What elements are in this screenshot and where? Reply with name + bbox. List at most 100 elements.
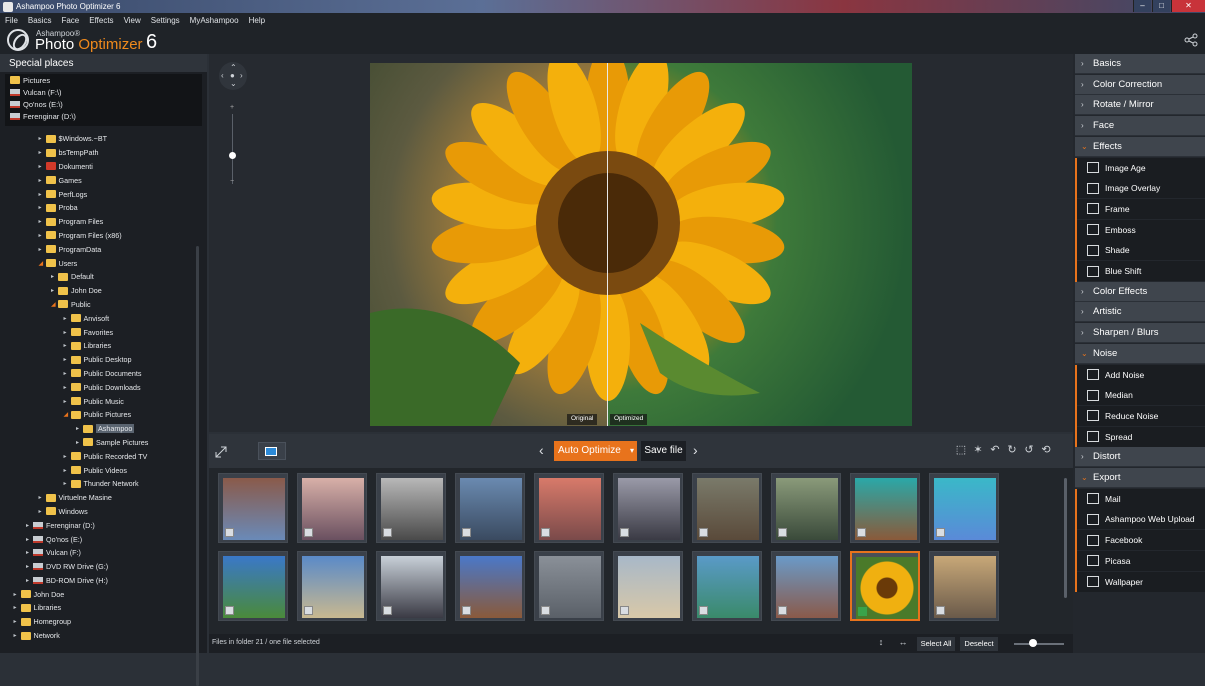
thumbnail-size-handle[interactable] — [1029, 639, 1037, 647]
save-file-button[interactable]: Save file — [641, 441, 686, 461]
thumbnail-checkbox[interactable] — [541, 528, 550, 537]
tree-item[interactable]: ▸ Libraries — [5, 601, 197, 615]
expand-arrow-icon[interactable]: ▸ — [64, 398, 71, 405]
special-place-item[interactable]: Vulcan (F:\) — [5, 86, 202, 98]
magic-icon[interactable]: ✶ — [971, 443, 985, 457]
tree-item[interactable]: ▸ Default — [5, 270, 197, 284]
thumbnail-checkbox[interactable] — [383, 606, 392, 615]
tree-item[interactable]: ▸ Favorites — [5, 325, 197, 339]
tool-image-overlay[interactable]: Image Overlay — [1075, 178, 1205, 199]
thumbnail[interactable] — [613, 551, 683, 621]
fit-width-icon[interactable]: ↔ — [895, 637, 911, 651]
tree-item[interactable]: ▸ Public Videos — [5, 463, 197, 477]
tool-median[interactable]: Median — [1075, 385, 1205, 406]
tree-item[interactable]: ▸ bsTempPath — [5, 146, 197, 160]
expand-arrow-icon[interactable]: ▸ — [64, 480, 71, 487]
pan-left-icon[interactable]: ‹ — [221, 71, 224, 80]
expand-arrow-icon[interactable]: ▸ — [64, 329, 71, 336]
expand-arrow-icon[interactable]: ▸ — [26, 522, 33, 529]
tree-item[interactable]: ▸ Ferenginar (D:) — [5, 518, 197, 532]
expand-arrow-icon[interactable]: ▸ — [51, 273, 58, 280]
tree-item[interactable]: ▸ Proba — [5, 201, 197, 215]
tool-emboss[interactable]: Emboss — [1075, 219, 1205, 240]
tree-item[interactable]: ◢ Public Pictures — [5, 408, 197, 422]
expand-arrow-icon[interactable]: ◢ — [51, 301, 58, 308]
rotate-left-icon[interactable]: ↺ — [1022, 443, 1036, 457]
thumbnail-checkbox[interactable] — [936, 606, 945, 615]
thumbnail[interactable] — [929, 473, 999, 543]
tree-item[interactable]: ▸ Sample Pictures — [5, 436, 197, 450]
expand-arrow-icon[interactable]: ▸ — [26, 563, 33, 570]
thumbnail[interactable] — [692, 551, 762, 621]
menu-effects[interactable]: Effects — [84, 16, 118, 25]
share-icon[interactable] — [1184, 33, 1198, 47]
thumbnail[interactable] — [850, 551, 920, 621]
tree-scrollbar[interactable] — [196, 246, 199, 686]
thumbnail[interactable] — [692, 473, 762, 543]
thumbnail-checkbox[interactable] — [857, 528, 866, 537]
tree-item[interactable]: ▸ Windows — [5, 505, 197, 519]
tree-item[interactable]: ◢ Users — [5, 256, 197, 270]
tree-item[interactable]: ▸ Homegroup — [5, 615, 197, 629]
menu-settings[interactable]: Settings — [146, 16, 185, 25]
auto-optimize-button[interactable]: Auto Optimize — [554, 441, 637, 461]
category-distort[interactable]: › Distort — [1075, 447, 1205, 468]
thumbnail[interactable] — [771, 551, 841, 621]
expand-arrow-icon[interactable]: ▸ — [76, 425, 83, 432]
category-face[interactable]: › Face — [1075, 116, 1205, 137]
pan-right-icon[interactable]: › — [240, 71, 243, 80]
expand-arrow-icon[interactable]: ▸ — [64, 453, 71, 460]
expand-arrow-icon[interactable]: ▸ — [39, 191, 46, 198]
tool-reduce-noise[interactable]: Reduce Noise — [1075, 405, 1205, 426]
expand-arrow-icon[interactable]: ▸ — [64, 370, 71, 377]
expand-arrow-icon[interactable]: ▸ — [64, 384, 71, 391]
tool-wallpaper[interactable]: Wallpaper — [1075, 571, 1205, 592]
undo-icon[interactable]: ↶ — [988, 443, 1002, 457]
category-noise[interactable]: ⌄ Noise — [1075, 343, 1205, 364]
thumbnail-checkbox[interactable] — [225, 606, 234, 615]
category-color-effects[interactable]: › Color Effects — [1075, 281, 1205, 302]
tree-item[interactable]: ▸ Public Recorded TV — [5, 449, 197, 463]
thumbnail-checkbox[interactable] — [225, 528, 234, 537]
expand-arrow-icon[interactable]: ▸ — [39, 246, 46, 253]
expand-arrow-icon[interactable]: ▸ — [14, 618, 21, 625]
category-export[interactable]: ⌄ Export — [1075, 468, 1205, 488]
tree-item[interactable]: ▸ Dokumenti — [5, 160, 197, 174]
reset-icon[interactable]: ⟲ — [1039, 443, 1053, 457]
zoom-in-icon[interactable]: + — [230, 104, 234, 111]
expand-arrow-icon[interactable]: ▸ — [14, 632, 21, 639]
category-color-correction[interactable]: › Color Correction — [1075, 74, 1205, 95]
expand-arrow-icon[interactable]: ▸ — [26, 577, 33, 584]
favorite-filter-button[interactable] — [258, 442, 286, 460]
thumbnail-checkbox[interactable] — [778, 528, 787, 537]
expand-arrow-icon[interactable]: ▸ — [64, 342, 71, 349]
expand-arrow-icon[interactable]: ▸ — [39, 204, 46, 211]
pan-control[interactable]: ⌃ ‹ ● › ⌄ — [219, 62, 247, 90]
expand-arrow-icon[interactable]: ▸ — [39, 177, 46, 184]
tool-image-age[interactable]: Image Age — [1075, 157, 1205, 178]
expand-arrow-icon[interactable]: ▸ — [39, 163, 46, 170]
menu-face[interactable]: Face — [56, 16, 84, 25]
thumbnail-checkbox[interactable] — [383, 528, 392, 537]
tree-item[interactable]: ▸ John Doe — [5, 587, 197, 601]
thumbnail[interactable] — [929, 551, 999, 621]
tool-frame[interactable]: Frame — [1075, 198, 1205, 219]
thumbnail[interactable] — [218, 473, 288, 543]
thumbnail-checkbox[interactable] — [936, 528, 945, 537]
expand-arrow-icon[interactable]: ▸ — [39, 494, 46, 501]
expand-arrow-icon[interactable]: ▸ — [64, 467, 71, 474]
thumbnail-checkbox[interactable] — [620, 528, 629, 537]
tool-facebook[interactable]: Facebook — [1075, 530, 1205, 551]
category-effects[interactable]: ⌄ Effects — [1075, 136, 1205, 157]
tree-item[interactable]: ▸ Ashampoo — [5, 422, 197, 436]
thumbnail-scrollbar[interactable] — [1064, 478, 1067, 598]
thumbnail-checkbox[interactable] — [858, 607, 867, 616]
tree-item[interactable]: ▸ Libraries — [5, 339, 197, 353]
thumbnail[interactable] — [455, 551, 525, 621]
thumbnail-checkbox[interactable] — [304, 606, 313, 615]
tree-item[interactable]: ▸ Vulcan (F:) — [5, 546, 197, 560]
tool-shade[interactable]: Shade — [1075, 240, 1205, 261]
thumbnail[interactable] — [297, 473, 367, 543]
thumbnail[interactable] — [297, 551, 367, 621]
tree-item[interactable]: ▸ ProgramData — [5, 242, 197, 256]
